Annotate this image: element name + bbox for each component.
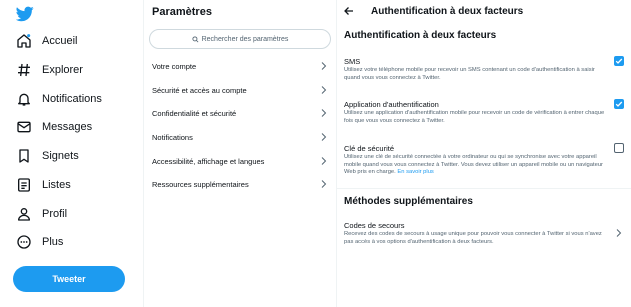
sidebar-item-label: Accueil bbox=[42, 35, 78, 47]
sidebar-item-home[interactable]: Accueil bbox=[16, 29, 77, 53]
detail-panel: Authentification à deux facteurs Authent… bbox=[337, 0, 631, 307]
list-icon bbox=[18, 178, 30, 192]
sidebar-item-label: Notifications bbox=[42, 93, 102, 105]
sidebar-item-label: Signets bbox=[42, 150, 79, 162]
settings-item-security[interactable]: Sécurité et accès au compte bbox=[144, 78, 336, 102]
learn-more-link[interactable]: En savoir plus bbox=[397, 169, 433, 175]
settings-item-accessibility[interactable]: Accessibilité, affichage et langues bbox=[144, 149, 336, 173]
chevron-right-icon bbox=[321, 180, 327, 188]
sidebar-item-messages[interactable]: Messages bbox=[16, 115, 92, 139]
sidebar: Accueil Explorer Notifications Messages … bbox=[0, 0, 143, 307]
option-key-description: Utilisez une clé de sécurité connectée à… bbox=[344, 154, 612, 177]
chevron-right-icon bbox=[321, 133, 327, 141]
sidebar-item-more[interactable]: Plus bbox=[16, 230, 63, 254]
checkmark-icon bbox=[615, 101, 623, 107]
settings-title: Paramètres bbox=[152, 6, 212, 18]
search-input[interactable]: Rechercher des paramètres bbox=[149, 29, 331, 49]
sidebar-item-label: Listes bbox=[42, 179, 71, 191]
authenticator-app-checkbox[interactable] bbox=[614, 99, 624, 109]
settings-panel: Paramètres Rechercher des paramètres Vot… bbox=[144, 0, 336, 307]
search-icon bbox=[192, 35, 199, 42]
person-icon bbox=[18, 208, 30, 221]
chevron-right-icon bbox=[321, 62, 327, 70]
search-placeholder: Rechercher des paramètres bbox=[201, 35, 289, 43]
sidebar-item-notifications[interactable]: Notifications bbox=[16, 87, 102, 111]
option-sms-label: SMS bbox=[344, 57, 361, 66]
option-sms-description: Utilisez votre téléphone mobile pour rec… bbox=[344, 67, 595, 81]
settings-item-label: Accessibilité, affichage et langues bbox=[152, 156, 265, 166]
divider bbox=[337, 188, 631, 189]
page-title: Authentification à deux facteurs bbox=[371, 6, 524, 17]
chevron-right-icon bbox=[321, 109, 327, 117]
option-key-description-text: Utilisez une clé de sécurité connectée à… bbox=[344, 154, 603, 175]
settings-item-resources[interactable]: Ressources supplémentaires bbox=[144, 172, 336, 196]
section-title: Authentification à deux facteurs bbox=[344, 30, 497, 41]
hashtag-icon bbox=[18, 63, 30, 77]
settings-item-privacy[interactable]: Confidentialité et sécurité bbox=[144, 101, 336, 125]
settings-item-label: Confidentialité et sécurité bbox=[152, 108, 237, 118]
chevron-right-icon bbox=[321, 157, 327, 165]
home-icon bbox=[17, 34, 31, 48]
sidebar-item-label: Explorer bbox=[42, 64, 83, 76]
extra-methods-title: Méthodes supplémentaires bbox=[344, 196, 473, 207]
settings-item-notifications[interactable]: Notifications bbox=[144, 125, 336, 149]
sidebar-item-label: Plus bbox=[42, 236, 64, 248]
backup-codes-description: Recevez des codes de secours à usage uni… bbox=[344, 231, 602, 245]
chevron-right-icon bbox=[616, 229, 622, 237]
option-app-label: Application d'authentification bbox=[344, 100, 439, 109]
sidebar-item-explore[interactable]: Explorer bbox=[16, 58, 83, 82]
bookmark-icon bbox=[19, 149, 29, 163]
sidebar-item-profile[interactable]: Profil bbox=[16, 202, 67, 226]
twitter-bird-icon[interactable] bbox=[16, 6, 34, 22]
envelope-icon bbox=[17, 121, 31, 133]
settings-item-label: Ressources supplémentaires bbox=[152, 179, 249, 189]
chevron-right-icon bbox=[321, 86, 327, 94]
settings-item-label: Notifications bbox=[152, 132, 193, 142]
sidebar-item-label: Messages bbox=[42, 121, 93, 133]
option-key-label: Clé de sécurité bbox=[344, 144, 395, 153]
security-key-checkbox[interactable] bbox=[614, 143, 624, 153]
bell-icon bbox=[18, 93, 30, 106]
sidebar-item-label: Profil bbox=[42, 208, 68, 220]
sidebar-item-lists[interactable]: Listes bbox=[16, 173, 71, 197]
settings-item-account[interactable]: Votre compte bbox=[144, 54, 336, 78]
sms-checkbox[interactable] bbox=[614, 56, 624, 66]
option-app-description: Utilisez une application d'authentificat… bbox=[344, 110, 605, 124]
tweet-button[interactable]: Tweeter bbox=[13, 266, 125, 292]
settings-item-label: Sécurité et accès au compte bbox=[152, 85, 247, 95]
more-circle-icon bbox=[17, 235, 31, 249]
settings-item-label: Votre compte bbox=[152, 61, 197, 71]
sidebar-item-bookmarks[interactable]: Signets bbox=[16, 144, 79, 168]
back-arrow-icon[interactable] bbox=[343, 5, 355, 17]
backup-codes-label: Codes de secours bbox=[344, 221, 405, 230]
checkmark-icon bbox=[615, 58, 623, 64]
